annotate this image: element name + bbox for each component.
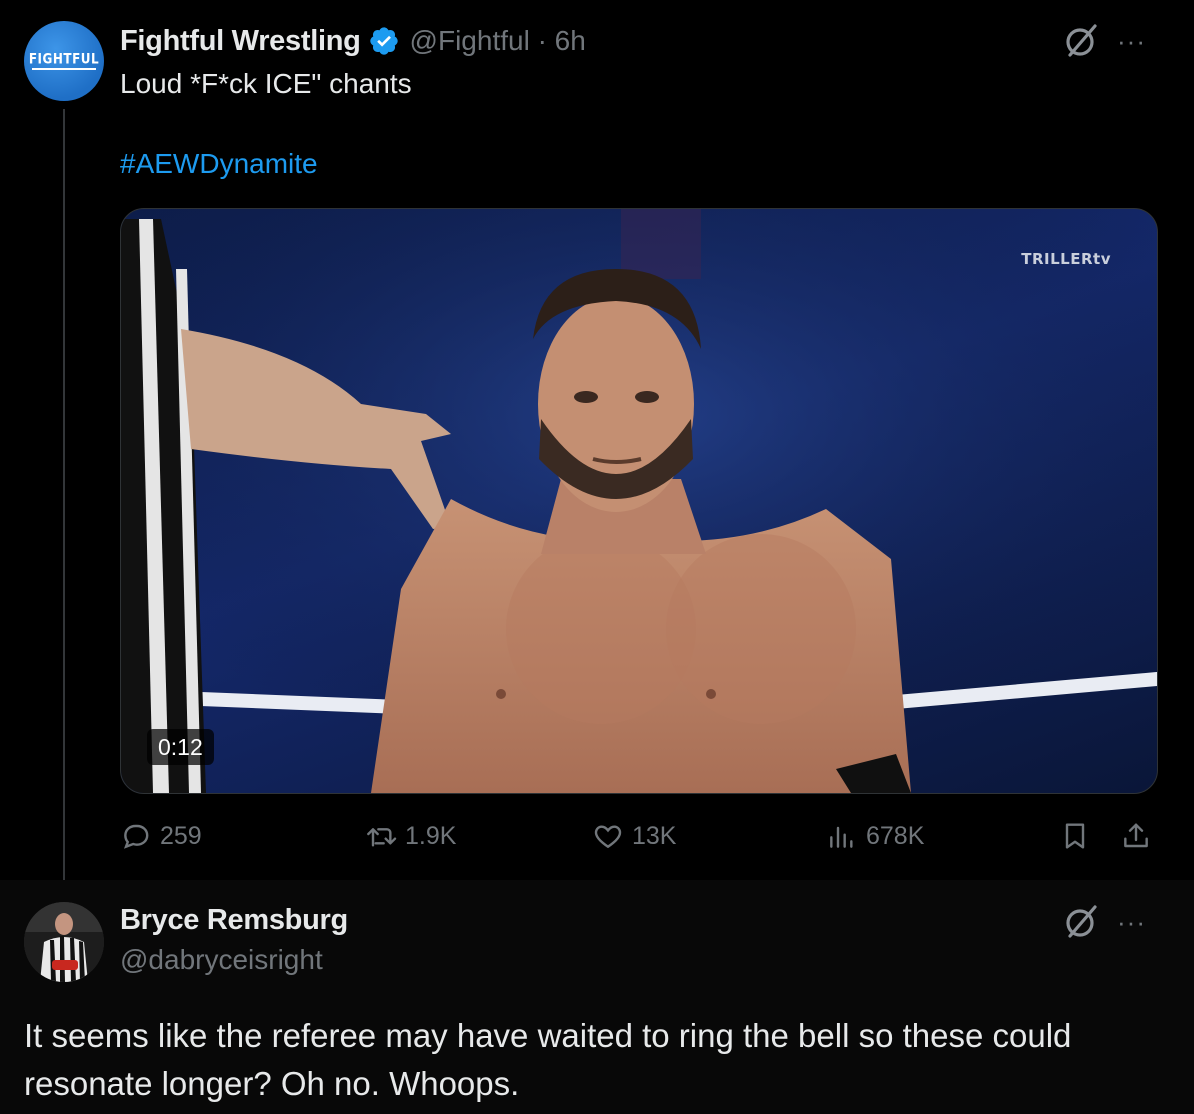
avatar-photo: [24, 902, 104, 982]
tweet-actions: 259 1.9K 13K 678K: [120, 814, 1156, 858]
grok-icon[interactable]: [1062, 902, 1102, 942]
video-player[interactable]: TRILLERtv 0:12: [120, 208, 1158, 794]
reply-button[interactable]: 259: [120, 814, 202, 858]
share-icon: [1124, 823, 1148, 848]
grok-icon[interactable]: [1062, 21, 1102, 61]
repost-icon: [367, 828, 397, 847]
video-frame: [121, 209, 1157, 793]
handle-and-time[interactable]: @Fightful · 6h: [410, 25, 586, 57]
avatar-logo-bar: [32, 68, 96, 70]
reply-display-name[interactable]: Bryce Remsburg: [120, 904, 348, 937]
display-name[interactable]: Fightful Wrestling: [120, 25, 361, 58]
share-button[interactable]: [1120, 814, 1160, 858]
hashtag-link[interactable]: #AEWDynamite: [120, 146, 318, 182]
main-tweet[interactable]: FIGHTFUL Fightful Wrestling @Fightful · …: [0, 0, 1194, 891]
avatar-logo-text: FIGHTFUL: [28, 50, 100, 68]
fightful-avatar[interactable]: FIGHTFUL: [24, 21, 104, 101]
repost-button[interactable]: 1.9K: [365, 814, 456, 858]
analytics-icon: [830, 826, 853, 848]
verified-badge-icon[interactable]: [368, 25, 400, 57]
like-count: 13K: [632, 821, 677, 850]
bryce-avatar[interactable]: [24, 902, 104, 982]
more-options-icon[interactable]: ···: [1117, 26, 1146, 57]
bookmark-icon: [1065, 823, 1085, 849]
bookmark-button[interactable]: [1059, 814, 1099, 858]
views-count: 678K: [866, 821, 925, 850]
heart-icon: [594, 825, 622, 849]
tweet-text: Loud *F*ck ICE" chants: [120, 68, 412, 99]
like-button[interactable]: 13K: [592, 814, 676, 858]
thread-line: [63, 109, 65, 891]
repost-count: 1.9K: [405, 821, 457, 850]
reply-count: 259: [160, 821, 202, 850]
reply-icon: [123, 824, 149, 849]
reply-more-options-icon[interactable]: ···: [1117, 907, 1146, 938]
views-button[interactable]: 678K: [826, 814, 924, 858]
tweet-header: Fightful Wrestling @Fightful · 6h: [120, 21, 586, 61]
video-duration-badge: 0:12: [147, 729, 214, 765]
reply-text: It seems like the referee may have waite…: [24, 1017, 1072, 1102]
video-watermark: TRILLERtv: [1021, 250, 1111, 268]
reply-handle[interactable]: @dabryceisright: [120, 944, 323, 976]
